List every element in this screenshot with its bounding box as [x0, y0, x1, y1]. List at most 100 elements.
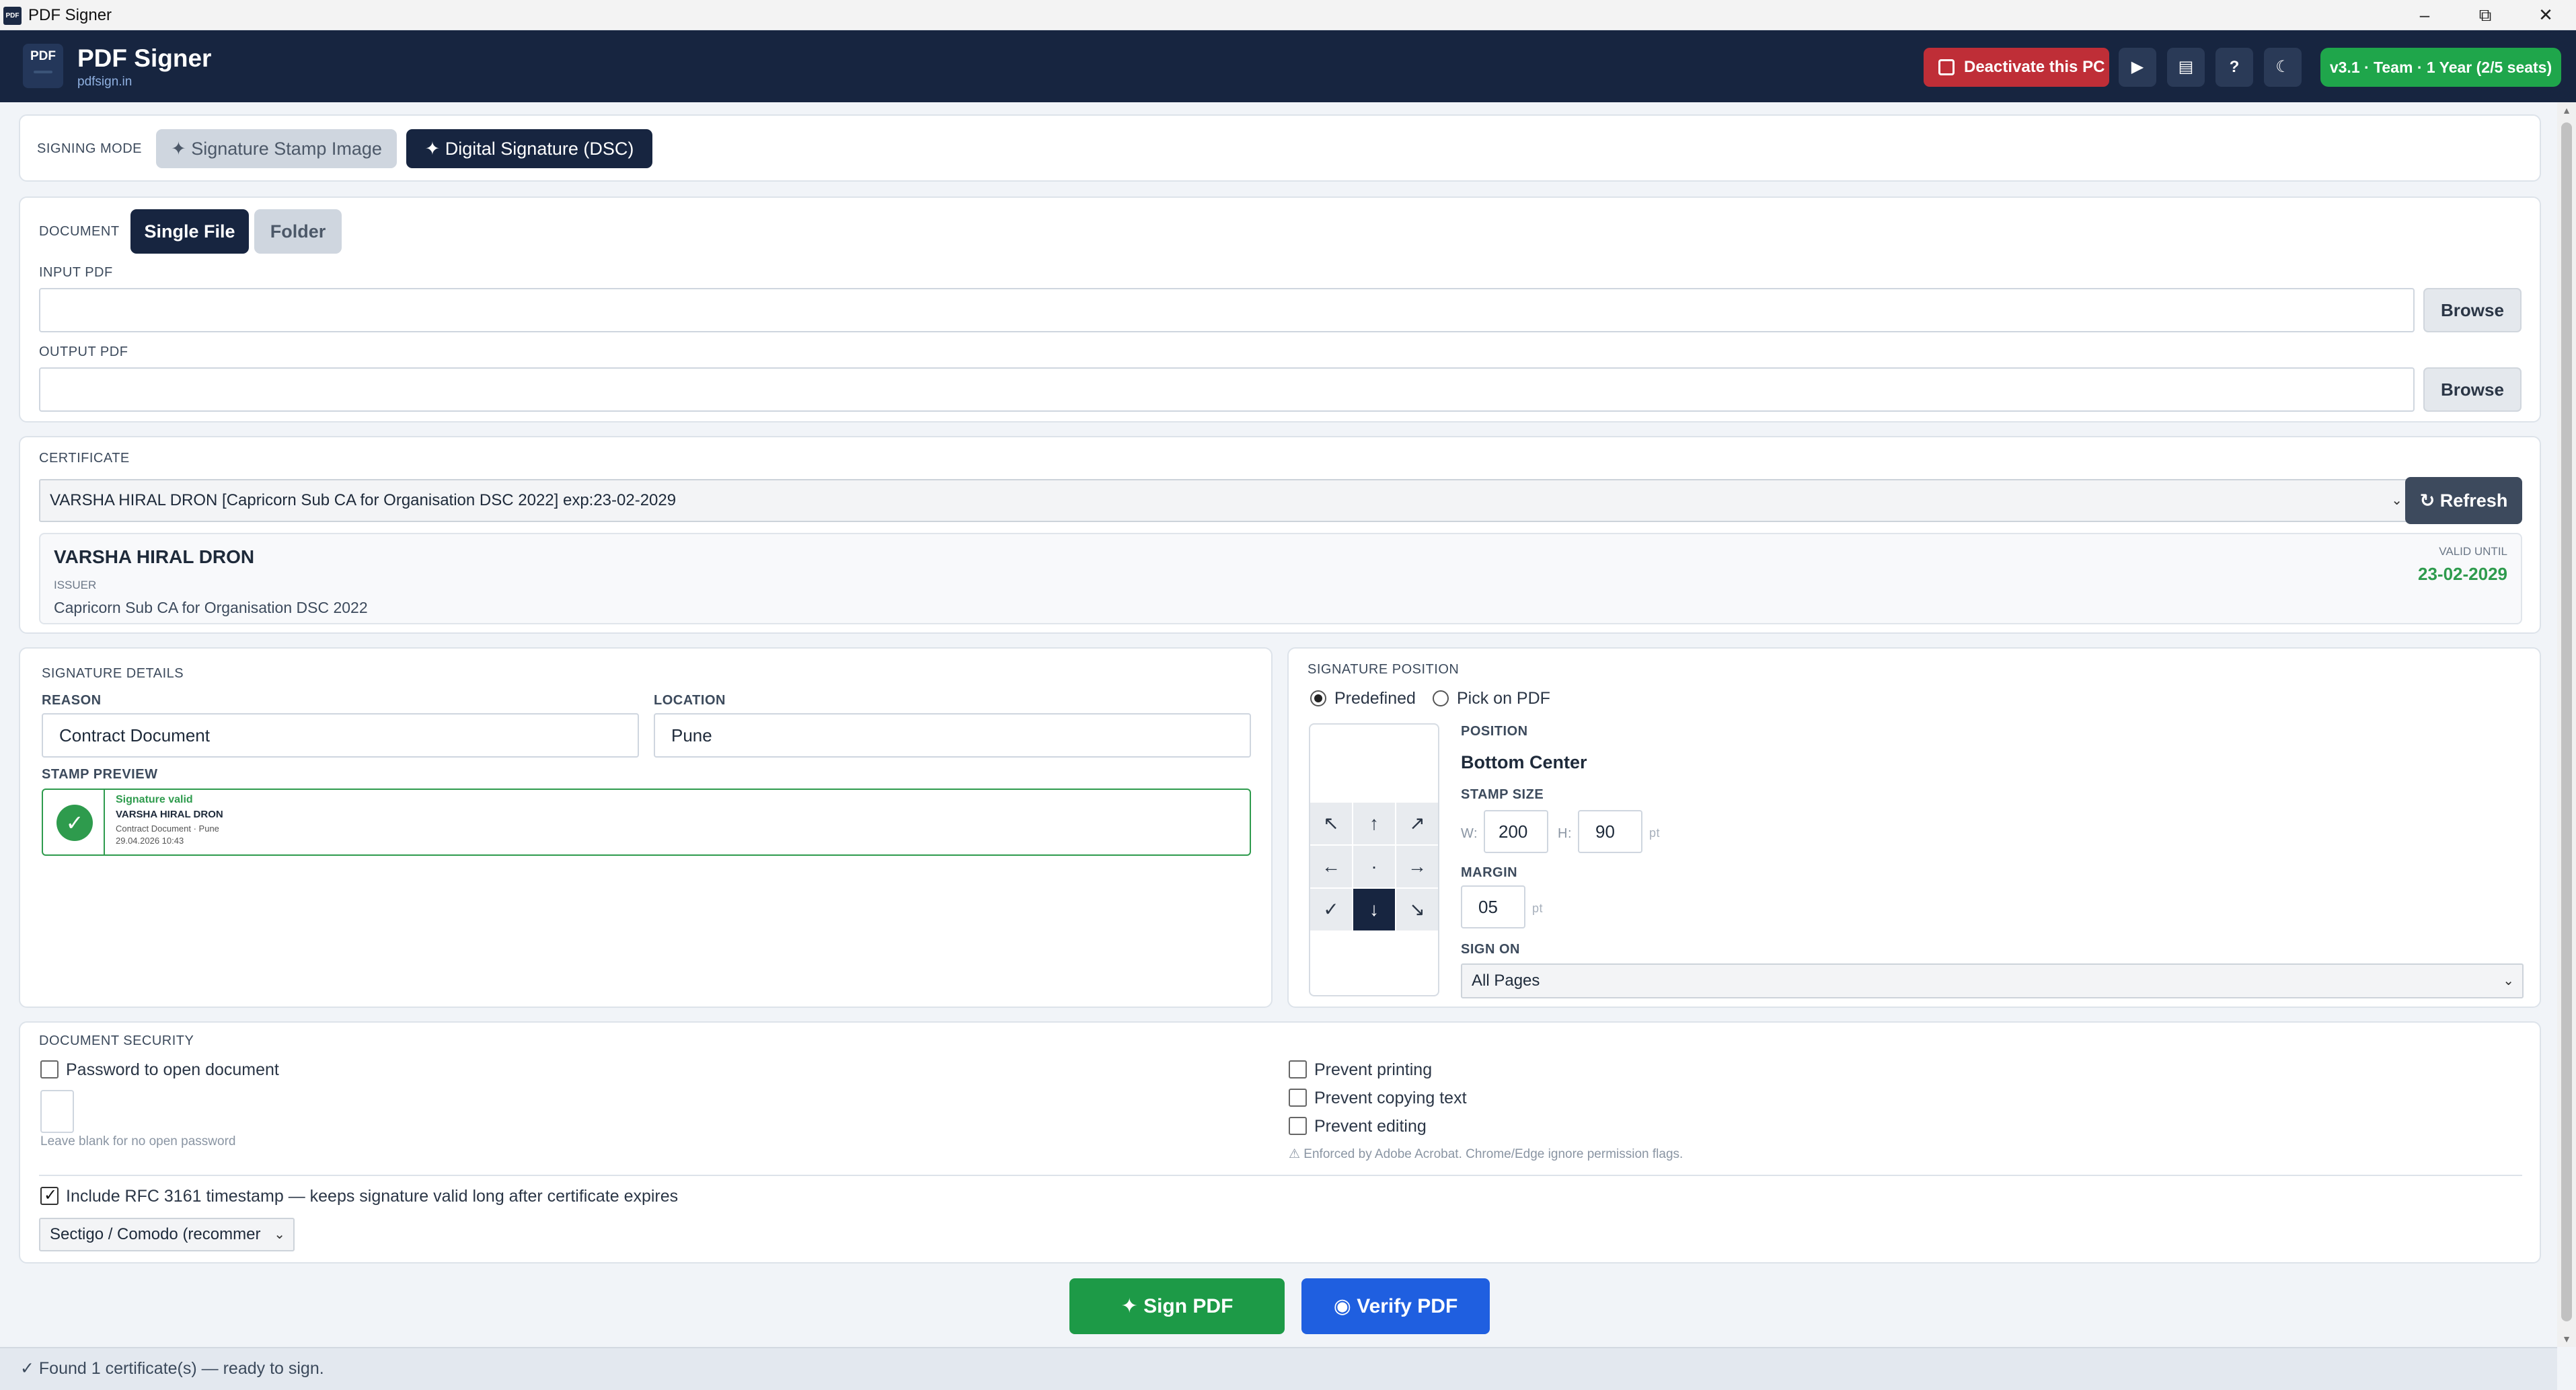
radio-predefined[interactable] — [1310, 690, 1326, 706]
prevent-copying-checkbox[interactable] — [1289, 1089, 1307, 1107]
certificate-holder: VARSHA HIRAL DRON — [54, 546, 255, 567]
sign-on-label: SIGN ON — [1461, 942, 1520, 957]
valid-until-date: 23-02-2029 — [2418, 564, 2507, 584]
refresh-certificates-button[interactable]: ↻ Refresh — [2405, 477, 2522, 524]
stamp-height-field[interactable]: 90 — [1578, 810, 1642, 853]
stamp-datetime: 29.04.2026 10:43 — [116, 836, 184, 846]
vertical-scrollbar[interactable]: ▲ ▼ — [2557, 102, 2576, 1347]
sign-pdf-button[interactable]: ✦ Sign PDF — [1069, 1278, 1285, 1334]
scroll-up-icon[interactable]: ▲ — [2557, 102, 2576, 118]
password-checkbox-label[interactable]: Password to open document — [66, 1060, 279, 1080]
signature-position-label: SIGNATURE POSITION — [1308, 662, 1460, 677]
tab-folder[interactable]: Folder — [254, 209, 342, 254]
window-title: PDF Signer — [28, 6, 112, 24]
document-security-label: DOCUMENT SECURITY — [39, 1033, 194, 1048]
signing-mode-card: SIGNING MODE ✦ Signature Stamp Image ✦ D… — [19, 114, 2541, 182]
width-label: W: — [1461, 826, 1478, 841]
mode-stamp-image-button[interactable]: ✦ Signature Stamp Image — [156, 129, 397, 168]
prevent-copying-label[interactable]: Prevent copying text — [1314, 1089, 1467, 1108]
brand-subtitle[interactable]: pdfsign.in — [77, 75, 132, 89]
issuer-label: ISSUER — [54, 579, 97, 591]
position-label: POSITION — [1461, 724, 1528, 739]
output-pdf-field[interactable] — [39, 367, 2415, 412]
deactivate-pc-button[interactable]: Deactivate this PC — [1924, 48, 2109, 87]
predefined-label[interactable]: Predefined — [1334, 689, 1416, 708]
book-icon[interactable]: ▤ — [2167, 48, 2205, 87]
play-icon[interactable]: ▶ — [2119, 48, 2156, 87]
signature-position-card: SIGNATURE POSITION Predefined Pick on PD… — [1287, 647, 2541, 1008]
margin-label: MARGIN — [1461, 865, 1518, 880]
size-unit: pt — [1649, 826, 1661, 840]
stamp-preview-label: STAMP PREVIEW — [42, 767, 158, 782]
certificate-details-box: VARSHA HIRAL DRON ISSUER Capricorn Sub C… — [39, 533, 2522, 624]
location-field[interactable]: Pune — [654, 713, 1251, 758]
scroll-down-icon[interactable]: ▼ — [2557, 1331, 2576, 1347]
certificate-issuer: Capricorn Sub CA for Organisation DSC 20… — [54, 599, 368, 616]
location-label: LOCATION — [654, 693, 726, 708]
prevent-printing-label[interactable]: Prevent printing — [1314, 1060, 1432, 1080]
pos-middle-left[interactable]: ← — [1310, 846, 1352, 887]
stamp-check-area: ✓ — [43, 790, 105, 854]
minimize-icon[interactable]: – — [2394, 0, 2455, 30]
pos-top-center[interactable]: ↑ — [1353, 803, 1395, 844]
radio-pick-on-pdf[interactable] — [1433, 690, 1449, 706]
password-checkbox[interactable] — [40, 1060, 59, 1078]
prevent-printing-checkbox[interactable] — [1289, 1060, 1307, 1078]
status-bar: ✓ Found 1 certificate(s) — ready to sign… — [0, 1347, 2557, 1390]
margin-field[interactable]: 05 — [1461, 885, 1525, 928]
sign-on-select[interactable]: All Pages ⌄ — [1461, 963, 2524, 998]
pos-middle-right[interactable]: → — [1396, 846, 1438, 887]
tsa-select[interactable]: Sectigo / Comodo (recommer ⌄ — [39, 1218, 295, 1251]
height-label: H: — [1558, 826, 1572, 841]
theme-toggle-icon[interactable]: ☾ — [2264, 48, 2302, 87]
valid-until-label: VALID UNTIL — [2439, 545, 2507, 558]
prevent-editing-label[interactable]: Prevent editing — [1314, 1117, 1427, 1136]
prevent-editing-checkbox[interactable] — [1289, 1117, 1307, 1135]
pos-top-left[interactable]: ↖ — [1310, 803, 1352, 844]
input-pdf-label: INPUT PDF — [39, 265, 113, 280]
checkmark-icon: ✓ — [56, 805, 93, 841]
stamp-size-label: STAMP SIZE — [1461, 787, 1544, 802]
stamp-detail: Contract Document · Pune — [116, 824, 219, 834]
margin-unit: pt — [1532, 902, 1544, 915]
signature-details-label: SIGNATURE DETAILS — [42, 666, 184, 681]
timestamp-label[interactable]: Include RFC 3161 timestamp — keeps signa… — [66, 1187, 678, 1206]
deactivate-icon — [1938, 59, 1955, 75]
chevron-down-icon: ⌄ — [2503, 974, 2514, 988]
stamp-name: VARSHA HIRAL DRON — [116, 809, 223, 820]
help-icon[interactable]: ? — [2215, 48, 2253, 87]
pos-bottom-right[interactable]: ↘ — [1396, 889, 1438, 930]
pick-on-pdf-label[interactable]: Pick on PDF — [1457, 689, 1550, 708]
document-card: DOCUMENT Single File Folder INPUT PDF Br… — [19, 196, 2541, 423]
pos-center[interactable]: · — [1353, 846, 1395, 887]
tab-single-file[interactable]: Single File — [130, 209, 249, 254]
document-security-card: DOCUMENT SECURITY Password to open docum… — [19, 1021, 2541, 1264]
brand-title: PDF Signer — [77, 44, 212, 72]
certificate-select[interactable]: VARSHA HIRAL DRON [Capricorn Sub CA for … — [39, 479, 2412, 522]
deactivate-label: Deactivate this PC — [1964, 58, 2105, 76]
output-browse-button[interactable]: Browse — [2423, 367, 2522, 412]
input-browse-button[interactable]: Browse — [2423, 288, 2522, 332]
close-icon[interactable]: ✕ — [2515, 0, 2576, 30]
security-divider — [39, 1175, 2522, 1176]
license-badge[interactable]: v3.1 · Team · 1 Year (2/5 seats) — [2320, 48, 2561, 87]
verify-pdf-button[interactable]: ◉ Verify PDF — [1301, 1278, 1490, 1334]
input-pdf-field[interactable] — [39, 288, 2415, 332]
app-logo: PDF — [23, 44, 63, 88]
chevron-down-icon: ⌄ — [2391, 493, 2402, 508]
window-titlebar: PDF PDF Signer – ⧉ ✕ — [0, 0, 2576, 30]
certificate-selected: VARSHA HIRAL DRON [Capricorn Sub CA for … — [50, 491, 677, 509]
timestamp-checkbox[interactable] — [40, 1185, 59, 1205]
maximize-icon[interactable]: ⧉ — [2455, 0, 2515, 30]
stamp-width-field[interactable]: 200 — [1484, 810, 1548, 853]
scrollbar-thumb[interactable] — [2561, 122, 2572, 1321]
reason-field[interactable]: Contract Document — [42, 713, 639, 758]
pos-bottom-center[interactable]: ↓ — [1353, 889, 1395, 930]
pos-bottom-left[interactable]: ✓ — [1310, 889, 1352, 930]
password-hint: Leave blank for no open password — [40, 1134, 236, 1148]
open-password-field[interactable] — [40, 1090, 74, 1133]
signing-mode-label: SIGNING MODE — [37, 141, 143, 156]
mode-digital-signature-button[interactable]: ✦ Digital Signature (DSC) — [406, 129, 652, 168]
pos-top-right[interactable]: ↗ — [1396, 803, 1438, 844]
app-header: PDF PDF Signer pdfsign.in Deactivate thi… — [0, 30, 2576, 102]
